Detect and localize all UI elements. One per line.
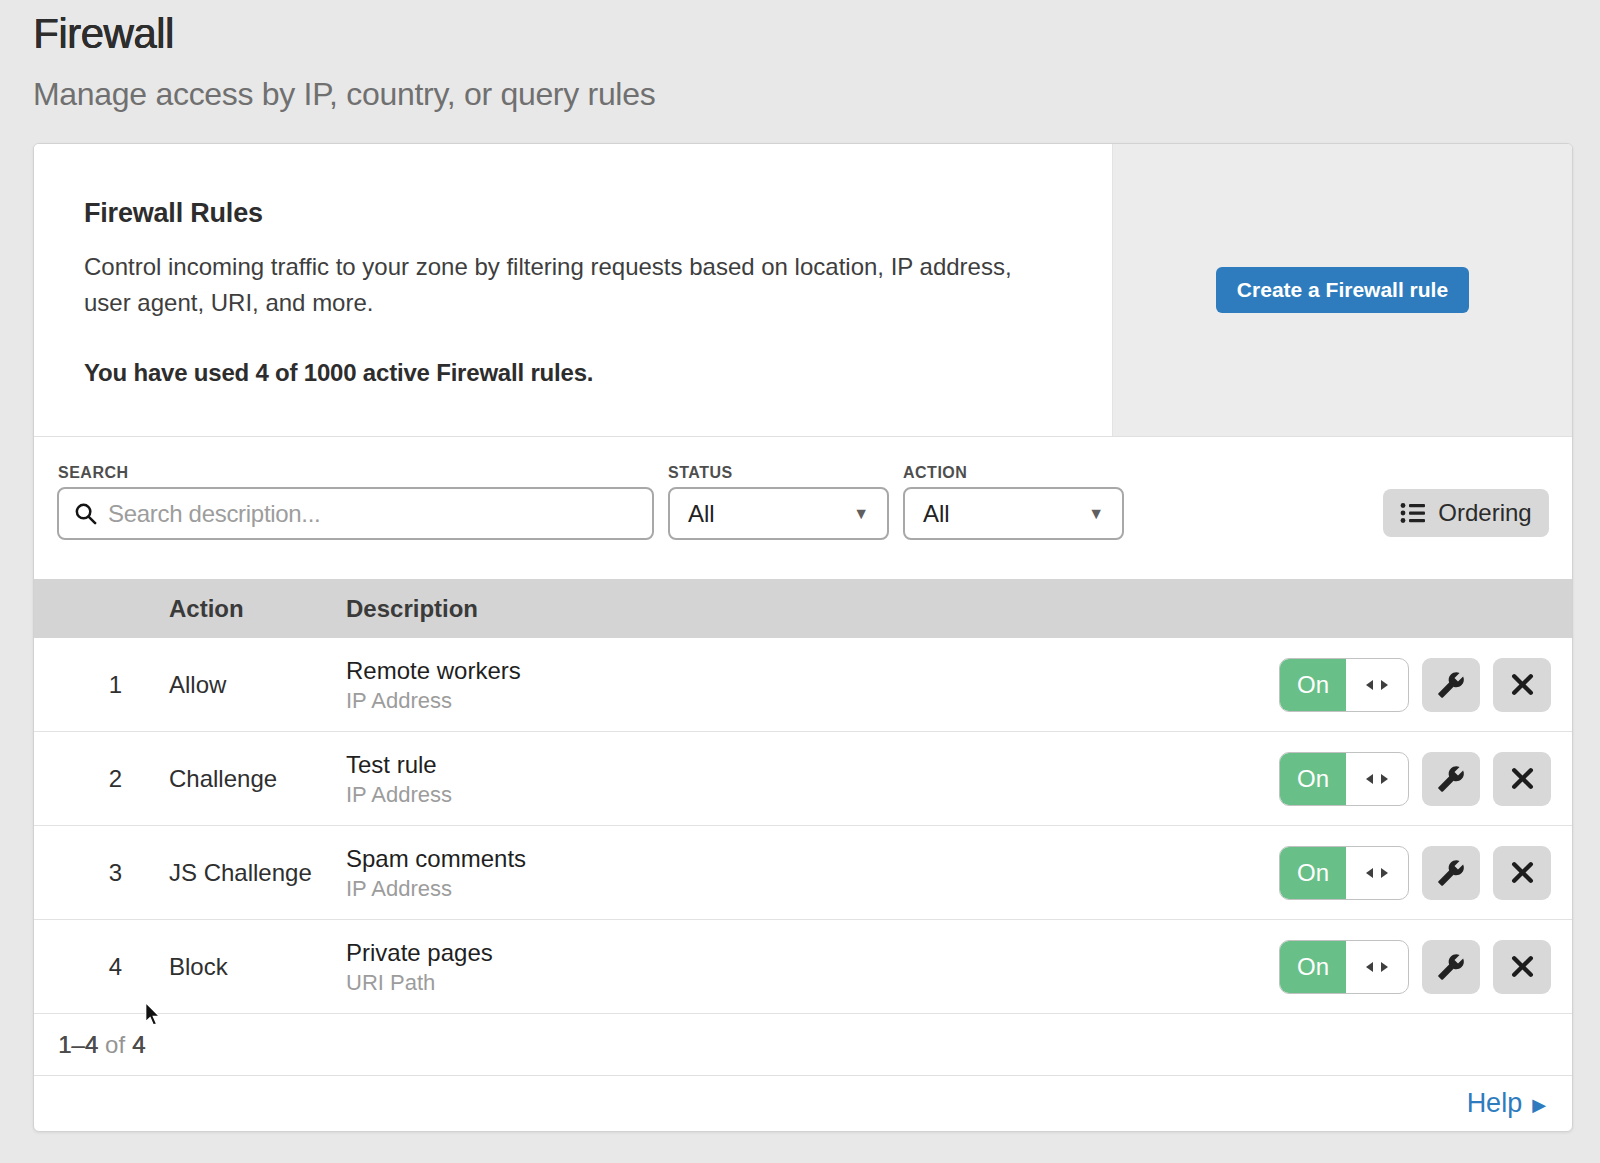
edit-rule-button[interactable] [1422, 752, 1480, 806]
rule-title: Private pages [346, 937, 1279, 968]
rule-match-type: IP Address [346, 780, 1279, 809]
rule-match-type: IP Address [346, 874, 1279, 903]
mouse-cursor [145, 1002, 169, 1027]
left-right-arrows-icon [1363, 866, 1391, 880]
search-input-wrapper [57, 487, 654, 540]
usage-note: You have used 4 of 1000 active Firewall … [84, 359, 1092, 387]
search-label: SEARCH [58, 464, 129, 482]
left-right-arrows-icon [1363, 960, 1391, 974]
toggle-knob [1346, 847, 1408, 899]
column-header-description: Description [346, 595, 1572, 623]
wrench-icon [1437, 765, 1465, 793]
rule-match-type: IP Address [346, 686, 1279, 715]
rule-description: Remote workers IP Address [346, 655, 1279, 715]
rule-controls: On [1279, 752, 1572, 806]
rule-priority: 1 [34, 671, 169, 699]
status-label: STATUS [668, 464, 733, 482]
page-subtitle: Manage access by IP, country, or query r… [33, 76, 655, 113]
edit-rule-button[interactable] [1422, 940, 1480, 994]
status-select[interactable]: All ▼ [668, 487, 889, 540]
toggle-knob [1346, 753, 1408, 805]
pagination-total: 4 [132, 1031, 145, 1059]
action-select-value: All [923, 500, 950, 528]
rule-description: Private pages URI Path [346, 937, 1279, 997]
section-description: Control incoming traffic to your zone by… [84, 249, 1092, 321]
wrench-icon [1437, 671, 1465, 699]
pagination-of: of [98, 1031, 132, 1059]
rule-title: Remote workers [346, 655, 1279, 686]
overview-text: Firewall Rules Control incoming traffic … [34, 144, 1113, 436]
delete-rule-button[interactable] [1493, 752, 1551, 806]
left-right-arrows-icon [1363, 678, 1391, 692]
rule-controls: On [1279, 940, 1572, 994]
triangle-right-icon: ▶ [1532, 1091, 1546, 1116]
table-row: 2 Challenge Test rule IP Address On [34, 732, 1572, 826]
close-icon [1509, 671, 1536, 698]
wrench-icon [1437, 859, 1465, 887]
pagination: 1–4 of 4 [34, 1014, 1572, 1076]
create-firewall-rule-button[interactable]: Create a Firewall rule [1216, 267, 1469, 313]
help-link[interactable]: Help ▶ [1467, 1088, 1546, 1119]
rule-description: Test rule IP Address [346, 749, 1279, 809]
overview-section: Firewall Rules Control incoming traffic … [34, 144, 1572, 437]
action-select[interactable]: All ▼ [903, 487, 1124, 540]
delete-rule-button[interactable] [1493, 658, 1551, 712]
rule-action: Allow [169, 671, 346, 699]
rule-enabled-toggle[interactable]: On [1279, 940, 1409, 994]
toggle-on-label: On [1280, 941, 1346, 993]
rule-description: Spam comments IP Address [346, 843, 1279, 903]
rule-priority: 2 [34, 765, 169, 793]
rule-priority: 4 [34, 953, 169, 981]
page-title: Firewall [33, 10, 174, 58]
toggle-knob [1346, 941, 1408, 993]
table-header: # Action Description [34, 579, 1572, 638]
close-icon [1509, 859, 1536, 886]
close-icon [1509, 765, 1536, 792]
search-icon [73, 501, 98, 526]
toggle-on-label: On [1280, 753, 1346, 805]
rule-enabled-toggle[interactable]: On [1279, 658, 1409, 712]
status-select-value: All [688, 500, 715, 528]
toggle-on-label: On [1280, 659, 1346, 711]
rule-title: Spam comments [346, 843, 1279, 874]
chevron-down-icon: ▼ [1088, 505, 1104, 523]
chevron-down-icon: ▼ [853, 505, 869, 523]
rule-title: Test rule [346, 749, 1279, 780]
table-row: 3 JS Challenge Spam comments IP Address … [34, 826, 1572, 920]
rule-action: Block [169, 953, 346, 981]
rule-enabled-toggle[interactable]: On [1279, 846, 1409, 900]
wrench-icon [1437, 953, 1465, 981]
pagination-range: 1–4 [58, 1031, 98, 1059]
help-label: Help [1467, 1088, 1523, 1119]
table-row: 4 Block Private pages URI Path On [34, 920, 1572, 1014]
edit-rule-button[interactable] [1422, 658, 1480, 712]
search-input[interactable] [108, 500, 638, 528]
left-right-arrows-icon [1363, 772, 1391, 786]
action-label: ACTION [903, 464, 967, 482]
cta-panel: Create a Firewall rule [1113, 144, 1572, 436]
rule-action: Challenge [169, 765, 346, 793]
ordered-list-icon [1400, 502, 1426, 524]
rule-enabled-toggle[interactable]: On [1279, 752, 1409, 806]
ordering-button[interactable]: Ordering [1383, 489, 1549, 537]
ordering-button-label: Ordering [1438, 499, 1531, 527]
delete-rule-button[interactable] [1493, 846, 1551, 900]
edit-rule-button[interactable] [1422, 846, 1480, 900]
rule-priority: 3 [34, 859, 169, 887]
toggle-on-label: On [1280, 847, 1346, 899]
section-heading: Firewall Rules [84, 198, 1092, 229]
close-icon [1509, 953, 1536, 980]
firewall-rules-card: Firewall Rules Control incoming traffic … [33, 143, 1573, 1132]
rule-controls: On [1279, 846, 1572, 900]
rule-controls: On [1279, 658, 1572, 712]
delete-rule-button[interactable] [1493, 940, 1551, 994]
help-row: Help ▶ [34, 1076, 1572, 1131]
rule-match-type: URI Path [346, 968, 1279, 997]
rule-action: JS Challenge [169, 859, 346, 887]
column-header-action: Action [169, 595, 346, 623]
toggle-knob [1346, 659, 1408, 711]
filter-bar: SEARCH STATUS ACTION All ▼ All ▼ Orderin… [34, 437, 1572, 579]
table-row: 1 Allow Remote workers IP Address On [34, 638, 1572, 732]
